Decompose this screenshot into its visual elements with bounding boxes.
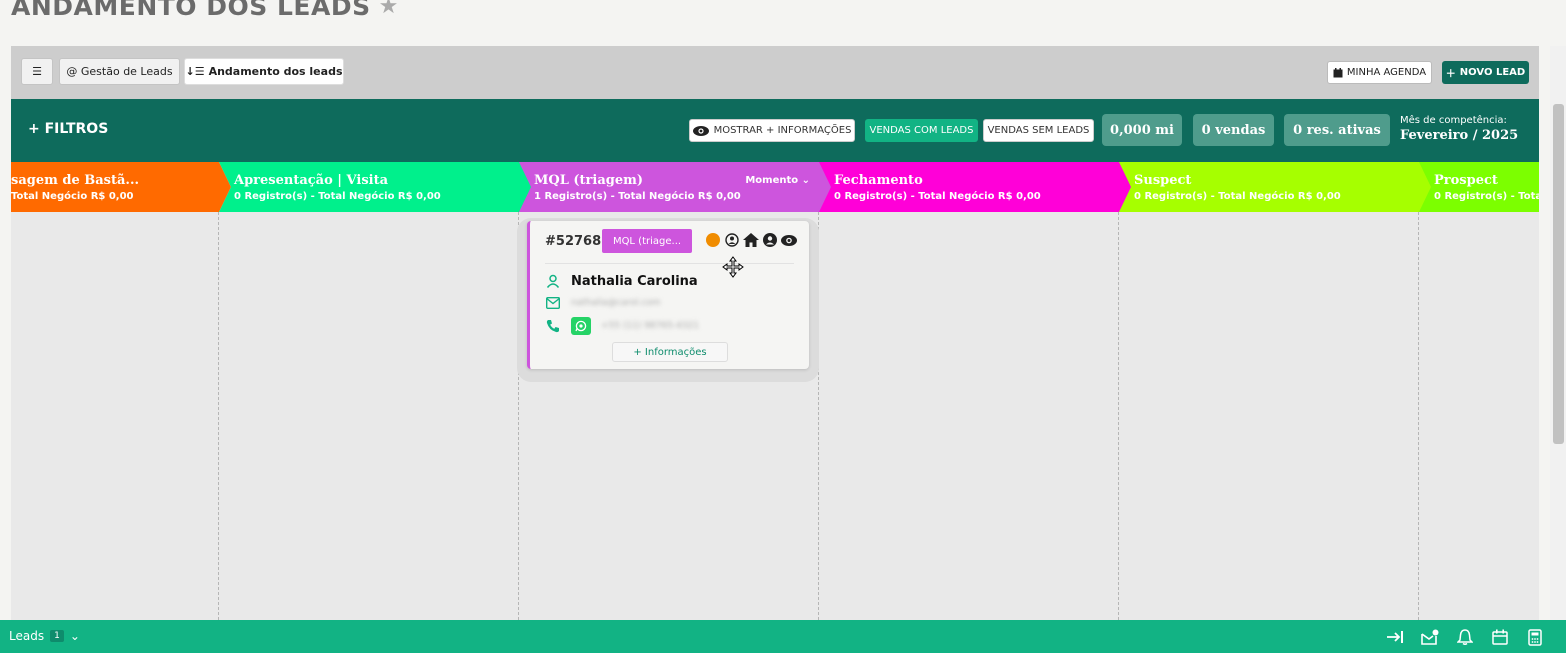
column-divider — [1118, 212, 1119, 620]
card-divider — [545, 263, 794, 264]
stage-column-header[interactable]: Prospect 0 Registro(s) - Total — [1419, 162, 1539, 212]
stage-column-header[interactable]: sagem de Bastã... Total Negócio R$ 0,00 — [11, 162, 231, 212]
stat-vendas: 0 vendas — [1193, 114, 1274, 146]
stage-name: Apresentação | Visita — [234, 173, 389, 188]
lead-stage-tag[interactable]: MQL (triage... — [602, 229, 692, 253]
mail-notification-icon[interactable] — [1421, 628, 1439, 646]
momento-label: Momento — [745, 175, 799, 186]
column-divider — [1418, 212, 1419, 620]
phone-icon — [545, 318, 561, 334]
tab-andamento-label: Andamento dos leads — [208, 65, 343, 78]
lead-email[interactable]: nathalia@carol.com — [571, 298, 661, 308]
chevron-down-icon: ⌄ — [69, 629, 80, 643]
calendar-icon — [1333, 67, 1343, 77]
sort-icon: ↓☰ — [185, 65, 205, 78]
mostrar-info-label: MOSTRAR + INFORMAÇÕES — [713, 125, 852, 136]
tab-gestao-label: @ Gestão de Leads — [66, 65, 173, 78]
person-icon — [545, 273, 561, 289]
eye-icon — [692, 125, 709, 136]
page-title-text: ANDAMENTO DOS LEADS — [11, 0, 371, 21]
vendas-com-leads-button[interactable]: VENDAS COM LEADS — [865, 119, 978, 142]
competencia-value: Fevereiro / 2025 — [1400, 128, 1519, 143]
menu-button[interactable]: ☰ — [21, 58, 53, 85]
calculator-icon[interactable] — [1526, 628, 1544, 646]
toolbar: ☰ @ Gestão de Leads ↓☰ Andamento dos lea… — [11, 46, 1539, 99]
stage-name: Suspect — [1134, 173, 1192, 188]
stage-column-header[interactable]: Apresentação | Visita 0 Registro(s) - To… — [219, 162, 532, 212]
leads-count-badge: 1 — [50, 630, 64, 642]
stage-summary: 0 Registro(s) - Total Negócio R$ 0,00 — [1134, 191, 1341, 202]
vendas-sem-leads-button[interactable]: VENDAS SEM LEADS — [983, 119, 1094, 142]
stage-name: sagem de Bastã... — [11, 173, 140, 188]
envelope-icon — [545, 295, 561, 311]
home-icon[interactable] — [743, 232, 759, 248]
chevron-down-icon: ⌄ — [801, 175, 810, 186]
hamburger-icon: ☰ — [32, 65, 42, 78]
momento-dropdown[interactable]: Momento ⌄ — [745, 175, 810, 186]
stage-summary: Total Negócio R$ 0,00 — [11, 191, 134, 202]
mais-informacoes-button[interactable]: + Informações — [612, 342, 728, 362]
stage-summary: 0 Registro(s) - Total — [1434, 191, 1539, 202]
competencia-label: Mês de competência: — [1400, 115, 1507, 126]
lead-card[interactable]: #52768 MQL (triage... Nathalia Carolina … — [527, 221, 809, 369]
filter-bar: + FILTROS MOSTRAR + INFORMAÇÕES VENDAS C… — [11, 99, 1539, 162]
lead-phone[interactable]: +55 (11) 98765-4321 — [601, 321, 699, 331]
filters-button[interactable]: + FILTROS — [28, 121, 108, 137]
minha-agenda-button[interactable]: MINHA AGENDA — [1327, 61, 1432, 84]
stage-column-header[interactable]: Fechamento 0 Registro(s) - Total Negócio… — [819, 162, 1132, 212]
stage-summary: 0 Registro(s) - Total Negócio R$ 0,00 — [834, 191, 1041, 202]
mostrar-info-button[interactable]: MOSTRAR + INFORMAÇÕES — [689, 119, 855, 142]
lead-name-row: Nathalia Carolina — [545, 273, 698, 289]
eye-icon[interactable] — [781, 232, 797, 248]
stage-summary: 0 Registro(s) - Total Negócio R$ 0,00 — [234, 191, 441, 202]
tab-andamento-leads[interactable]: ↓☰ Andamento dos leads — [184, 58, 344, 85]
user-circle-icon[interactable] — [724, 232, 740, 248]
novo-lead-label: NOVO LEAD — [1459, 67, 1526, 78]
stage-name: Fechamento — [834, 173, 923, 188]
scrollbar-thumb[interactable] — [1553, 104, 1564, 444]
agenda-label: MINHA AGENDA — [1346, 67, 1427, 78]
whatsapp-icon[interactable] — [571, 317, 591, 335]
status-dot-icon — [705, 232, 721, 248]
kanban-app: ☰ @ Gestão de Leads ↓☰ Andamento dos lea… — [11, 46, 1539, 620]
leads-selector[interactable]: Leads 1 ⌄ — [9, 629, 80, 643]
leads-label: Leads — [9, 629, 45, 643]
move-cursor-icon — [722, 256, 744, 282]
stage-column-header[interactable]: Suspect 0 Registro(s) - Total Negócio R$… — [1119, 162, 1432, 212]
bottom-actions — [1386, 628, 1544, 646]
lead-email-row: nathalia@carol.com — [545, 295, 661, 311]
stage-name: Prospect — [1434, 173, 1498, 188]
plus-icon: ＋ — [1445, 69, 1456, 80]
stage-column-header[interactable]: MQL (triagem) 1 Registro(s) - Total Negó… — [519, 162, 832, 212]
bell-icon[interactable] — [1456, 628, 1474, 646]
lead-phone-row: +55 (11) 98765-4321 — [545, 317, 699, 335]
lead-status-icons — [705, 232, 797, 248]
competencia-selector[interactable]: Mês de competência: Fevereiro / 2025 — [1400, 115, 1518, 143]
star-icon[interactable]: ★ — [379, 0, 399, 19]
lead-name: Nathalia Carolina — [571, 273, 698, 289]
calendar-icon[interactable] — [1491, 628, 1509, 646]
user-icon[interactable] — [762, 232, 778, 248]
stat-reservas: 0 res. ativas — [1284, 114, 1390, 146]
arrow-to-right-icon[interactable] — [1386, 628, 1404, 646]
stage-summary: 1 Registro(s) - Total Negócio R$ 0,00 — [534, 191, 741, 202]
column-divider — [218, 212, 219, 620]
stat-valor: 0,000 mi — [1102, 114, 1182, 146]
pipeline-stages: sagem de Bastã... Total Negócio R$ 0,00 … — [11, 162, 1539, 212]
lead-id: #52768 — [545, 234, 602, 249]
drag-placeholder: #52768 MQL (triage... Nathalia Carolina … — [517, 218, 819, 382]
tab-gestao-leads[interactable]: @ Gestão de Leads — [59, 58, 180, 85]
bottom-bar: Leads 1 ⌄ — [0, 620, 1566, 653]
novo-lead-button[interactable]: ＋ NOVO LEAD — [1442, 61, 1529, 84]
page-title: ANDAMENTO DOS LEADS ★ — [11, 0, 399, 21]
